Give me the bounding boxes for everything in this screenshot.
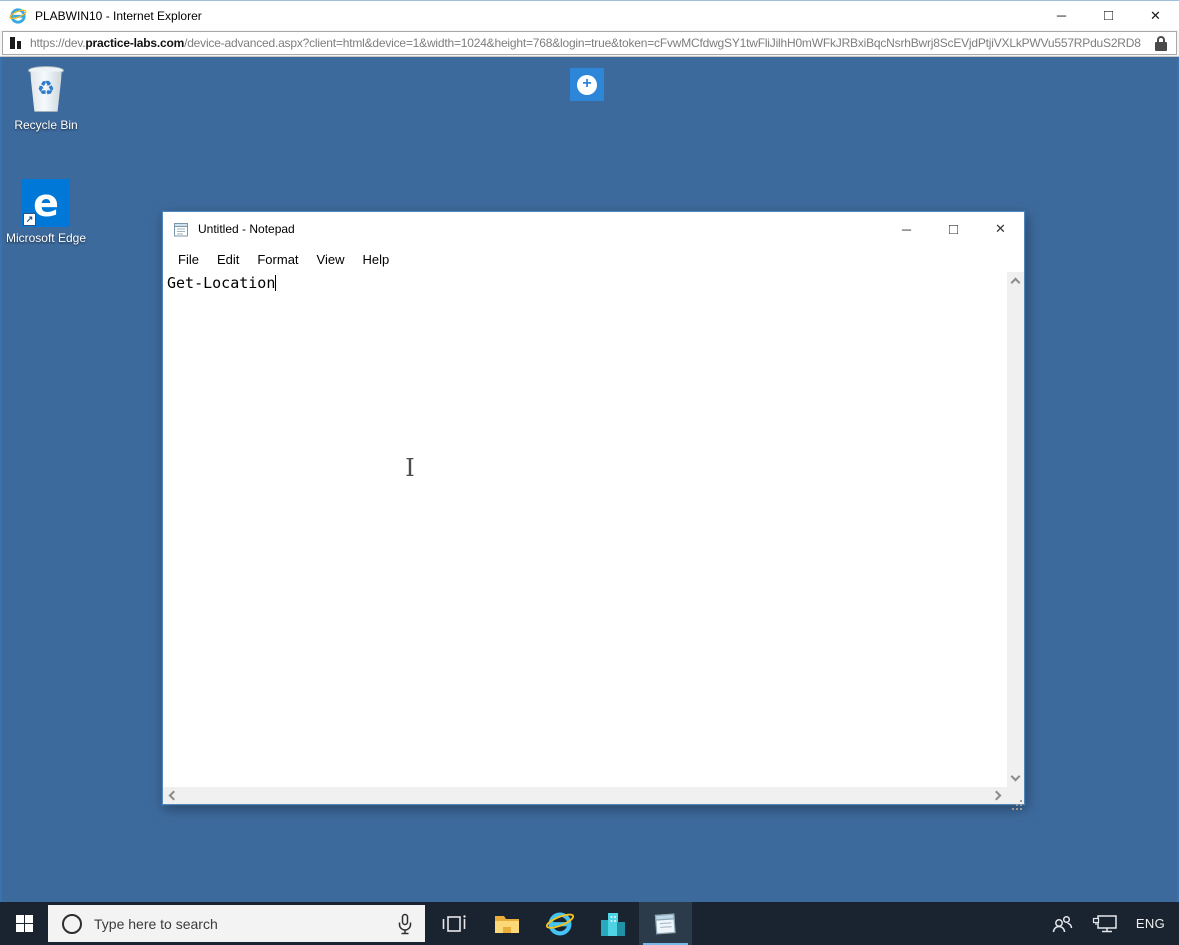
notepad-window-controls: ─ □ ✕: [883, 212, 1024, 246]
text-caret: [275, 275, 277, 291]
menu-help[interactable]: Help: [353, 249, 398, 270]
desktop-icon-recycle-bin[interactable]: ♻ Recycle Bin: [4, 66, 88, 133]
address-bar[interactable]: https://dev. practice-labs.com/device-adv…: [2, 31, 1177, 55]
file-explorer-icon: [494, 915, 519, 933]
lab-toolbar-expand-button[interactable]: +: [570, 68, 604, 101]
browser-titlebar: PLABWIN10 - Internet Explorer ─ □ ✕: [0, 0, 1179, 30]
internet-explorer-button[interactable]: [533, 902, 586, 945]
task-view-button[interactable]: [427, 902, 480, 945]
task-view-icon: [442, 914, 466, 932]
remote-session-window: PLABWIN10 - Internet Explorer ─ □ ✕ http…: [0, 0, 1179, 945]
notepad-menubar: File Edit Format View Help: [163, 246, 1024, 272]
browser-close-button[interactable]: ✕: [1132, 1, 1179, 30]
people-tray-button[interactable]: [1041, 902, 1083, 945]
notepad-window: Untitled - Notepad ─ □ ✕ File Edit Forma…: [162, 211, 1025, 805]
ssl-lock-icon: [1154, 35, 1168, 51]
resize-grip[interactable]: [1007, 787, 1024, 804]
taskbar-search-box[interactable]: [48, 905, 425, 942]
edge-icon: e ↗: [22, 179, 70, 227]
url-domain: practice-labs.com: [85, 36, 185, 50]
url-protocol: https://dev.: [30, 36, 86, 50]
notepad-close-button[interactable]: ✕: [977, 212, 1024, 246]
circle-plus-icon: +: [577, 74, 597, 95]
internet-explorer-icon: [9, 7, 27, 24]
menu-edit[interactable]: Edit: [208, 249, 248, 270]
notepad-titlebar[interactable]: Untitled - Notepad ─ □ ✕: [163, 212, 1024, 246]
cortana-icon: [62, 913, 82, 934]
scroll-up-icon[interactable]: [1010, 277, 1021, 288]
scroll-left-icon[interactable]: [168, 790, 179, 801]
menu-file[interactable]: File: [169, 249, 208, 270]
buildings-icon: [600, 912, 625, 936]
notepad-window-title: Untitled - Notepad: [198, 222, 295, 236]
menu-format[interactable]: Format: [248, 249, 307, 270]
desktop-icon-label: Recycle Bin: [14, 118, 78, 132]
horizontal-scrollbar[interactable]: [163, 787, 1007, 804]
file-explorer-button[interactable]: [480, 902, 533, 945]
url-text: https://dev. practice-labs.com/device-adv…: [30, 36, 1148, 50]
browser-window-controls: ─ □ ✕: [1038, 1, 1179, 30]
microphone-icon[interactable]: [397, 913, 413, 935]
scroll-right-icon[interactable]: [991, 790, 1002, 801]
windows-logo-icon: [15, 915, 33, 932]
shortcut-arrow-icon: ↗: [23, 213, 36, 226]
notepad-body: Get-Location: [163, 272, 1024, 804]
system-tray: ENG: [1041, 902, 1179, 945]
menu-view[interactable]: View: [308, 249, 354, 270]
remote-desktop: ♻ Recycle Bin e ↗ Microsoft Edge + Untit…: [0, 57, 1179, 902]
desktop-icon-microsoft-edge[interactable]: e ↗ Microsoft Edge: [4, 179, 88, 246]
taskbar: ENG: [0, 902, 1179, 945]
ibeam-mouse-cursor: I: [405, 454, 415, 482]
people-icon: [1052, 915, 1073, 932]
browser-minimize-button[interactable]: ─: [1038, 1, 1085, 30]
internet-explorer-taskbar-icon: [545, 912, 574, 935]
notepad-icon: [174, 222, 188, 236]
scroll-down-icon[interactable]: [1010, 771, 1021, 782]
browser-window-title: PLABWIN10 - Internet Explorer: [35, 8, 202, 23]
vertical-scrollbar[interactable]: [1007, 272, 1024, 787]
start-button[interactable]: [0, 902, 48, 945]
notepad-taskbar-button[interactable]: [639, 902, 692, 945]
notepad-text-area[interactable]: Get-Location: [163, 272, 1007, 787]
server-manager-button[interactable]: [586, 902, 639, 945]
notepad-maximize-button[interactable]: □: [930, 212, 977, 246]
notepad-taskbar-icon: [654, 913, 676, 934]
notepad-minimize-button[interactable]: ─: [883, 212, 930, 246]
notepad-text: Get-Location: [167, 274, 276, 292]
recycle-bin-icon: ♻: [22, 66, 70, 114]
network-icon: [1092, 914, 1117, 932]
language-indicator[interactable]: ENG: [1127, 902, 1179, 945]
browser-maximize-button[interactable]: □: [1085, 1, 1132, 30]
browser-address-row: https://dev. practice-labs.com/device-adv…: [0, 30, 1179, 57]
language-code: ENG: [1135, 916, 1165, 931]
search-input[interactable]: [94, 915, 397, 932]
practice-labs-favicon: [9, 36, 23, 50]
desktop-icon-label: Microsoft Edge: [5, 231, 87, 245]
url-path: /device-advanced.aspx?client=html&device…: [184, 36, 1141, 50]
network-tray-button[interactable]: [1083, 902, 1127, 945]
